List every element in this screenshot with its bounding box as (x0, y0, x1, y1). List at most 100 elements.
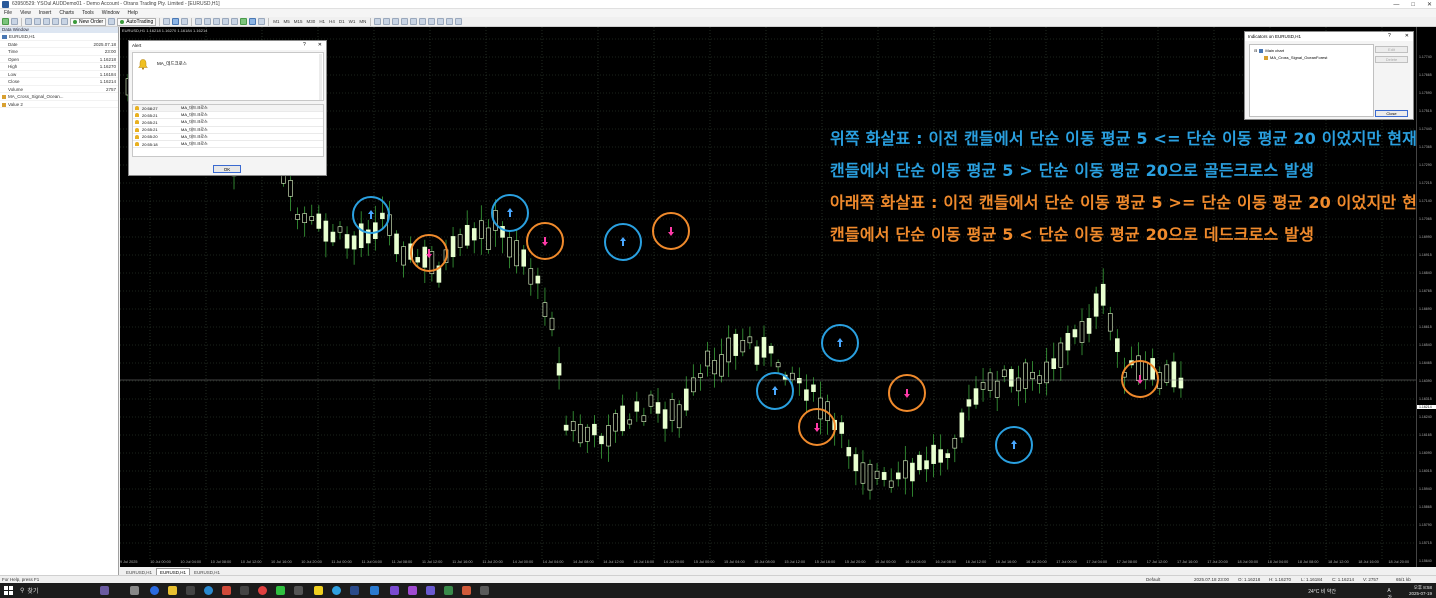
timeframe-m30[interactable]: M30 (306, 19, 317, 24)
alert-history-row[interactable]: 20:55:20 MA_데드크로스 (133, 134, 323, 141)
edge-browser-icon[interactable] (150, 586, 159, 595)
navigator-icon[interactable] (43, 18, 50, 25)
bar-chart-icon[interactable] (163, 18, 171, 25)
timeframe-m15[interactable]: M15 (293, 19, 304, 24)
cursor-icon[interactable] (374, 18, 382, 25)
terminal-app-icon[interactable] (240, 586, 249, 595)
menu-window[interactable]: Window (98, 10, 124, 16)
menu-help[interactable]: Help (124, 10, 142, 16)
menu-view[interactable]: View (16, 10, 35, 16)
app-icon-violet[interactable] (426, 586, 435, 595)
taskbar-clock[interactable]: 오후 8:58 2025-07-19 (1409, 585, 1432, 596)
timeframe-h1[interactable]: H1 (318, 19, 326, 24)
taskbar-search[interactable]: ⚲ 찾기 (20, 585, 38, 596)
label-tool-icon[interactable] (446, 18, 454, 25)
chart-tab[interactable]: EURUSD,H1 (190, 568, 224, 575)
vertical-line-icon[interactable] (392, 18, 400, 25)
indicators-icon[interactable] (240, 18, 248, 25)
app-icon-blue[interactable] (204, 586, 213, 595)
app-icon-orange[interactable] (462, 586, 471, 595)
help-icon[interactable]: ? (1388, 33, 1391, 39)
minimize-button[interactable]: — (1393, 2, 1399, 8)
menu-insert[interactable]: Insert (35, 10, 56, 16)
timeframe-m5[interactable]: M5 (283, 19, 291, 24)
metaeditor-icon[interactable] (108, 18, 116, 25)
market-watch-icon[interactable] (25, 18, 32, 25)
tree-node-indicator[interactable]: MA_Cross_Signal_OceanForest (1264, 55, 1327, 60)
vscode-icon[interactable] (370, 586, 379, 595)
close-button[interactable]: ✕ (1427, 1, 1432, 8)
app-icon-navy[interactable] (350, 586, 359, 595)
app-icon-gray[interactable] (294, 586, 303, 595)
alert-history-row[interactable]: 20:58:27 MA_데드크로스 (133, 105, 323, 113)
arrows-tool-icon[interactable] (455, 18, 463, 25)
periods-icon[interactable] (249, 18, 257, 25)
candle-body (1037, 375, 1042, 384)
candlestick-icon[interactable] (172, 18, 180, 25)
timeframe-d1[interactable]: D1 (338, 19, 346, 24)
horizontal-line-icon[interactable] (401, 18, 409, 25)
delete-button[interactable]: Delete (1375, 56, 1408, 63)
metatrader-app-icon[interactable] (186, 586, 195, 595)
alert-history-row[interactable]: 20:55:21 MA_데드크로스 (133, 112, 323, 120)
timeframe-h4[interactable]: H4 (328, 19, 336, 24)
alert-history-row[interactable]: 20:55:18 MA_데드크로스 (133, 141, 323, 149)
app-icon-dark[interactable] (480, 586, 489, 595)
close-dialog-button[interactable]: Close (1375, 110, 1408, 117)
ime-indicator[interactable]: A 가 (1387, 588, 1392, 598)
new-chart-icon[interactable] (2, 18, 9, 25)
app-icon-green[interactable] (276, 586, 285, 595)
chart-tab[interactable]: EURUSD,H1 (122, 568, 156, 575)
chart-shift-icon[interactable] (222, 18, 230, 25)
tree-node-main-chart[interactable]: ⊟ Main chart (1254, 48, 1284, 53)
help-icon[interactable]: ? (303, 42, 306, 48)
candle-body (1009, 369, 1014, 387)
chrome-icon[interactable] (332, 586, 341, 595)
data-window-icon[interactable] (34, 18, 41, 25)
search-highlight-icon[interactable] (100, 586, 109, 595)
app-icon-darkgreen[interactable] (444, 586, 453, 595)
alert-history-row[interactable]: 20:55:21 MA_데드크로스 (133, 127, 323, 134)
maximize-button[interactable]: □ (1411, 2, 1415, 8)
autoscroll-icon[interactable] (231, 18, 239, 25)
app-icon-red[interactable] (222, 586, 231, 595)
chart-tab-active[interactable]: EURUSD,H1 (156, 568, 191, 575)
weather-widget[interactable]: 24°C 비 약간 (1308, 588, 1336, 595)
app-icon-purple[interactable] (408, 586, 417, 595)
zoom-out-icon[interactable] (204, 18, 212, 25)
trendline-icon[interactable] (410, 18, 418, 25)
task-view-icon[interactable] (130, 586, 139, 595)
crosshair-icon[interactable] (383, 18, 391, 25)
tile-windows-icon[interactable] (213, 18, 221, 25)
file-explorer-icon[interactable] (168, 586, 177, 595)
menu-tools[interactable]: Tools (78, 10, 98, 16)
kakaotalk-icon[interactable] (314, 586, 323, 595)
alert-close-icon[interactable]: ✕ (318, 42, 322, 48)
timeframe-w1[interactable]: W1 (348, 19, 357, 24)
autotrading-button[interactable]: AutoTrading (117, 17, 157, 26)
timeframe-mn[interactable]: MN (358, 19, 367, 24)
app-icon-record[interactable] (258, 586, 267, 595)
edit-button[interactable]: Edit (1375, 46, 1408, 53)
alert-ok-button[interactable]: OK (213, 165, 241, 173)
alert-message-scrollbar[interactable] (319, 54, 322, 100)
new-order-button[interactable]: New Order (70, 17, 107, 26)
indicators-close-icon[interactable]: ✕ (1405, 33, 1409, 39)
timeframe-m1[interactable]: M1 (272, 19, 280, 24)
menu-charts[interactable]: Charts (55, 10, 78, 16)
channel-icon[interactable] (419, 18, 427, 25)
fibonacci-icon[interactable] (428, 18, 436, 25)
terminal-icon[interactable] (52, 18, 59, 25)
templates-icon[interactable] (258, 18, 266, 25)
strategy-tester-icon[interactable] (61, 18, 68, 25)
text-tool-icon[interactable] (437, 18, 445, 25)
alert-history-row[interactable]: 20:55:21 MA_데드크로스 (133, 119, 323, 127)
line-chart-icon[interactable] (181, 18, 189, 25)
profiles-icon[interactable] (11, 18, 18, 25)
zoom-in-icon[interactable] (195, 18, 203, 25)
visual-studio-icon[interactable] (390, 586, 399, 595)
windows-start-icon[interactable] (4, 586, 13, 595)
menu-file[interactable]: File (0, 10, 16, 16)
price-tick-label: 1.16165 (1419, 433, 1432, 437)
collapse-icon[interactable]: ⊟ (1254, 48, 1257, 53)
